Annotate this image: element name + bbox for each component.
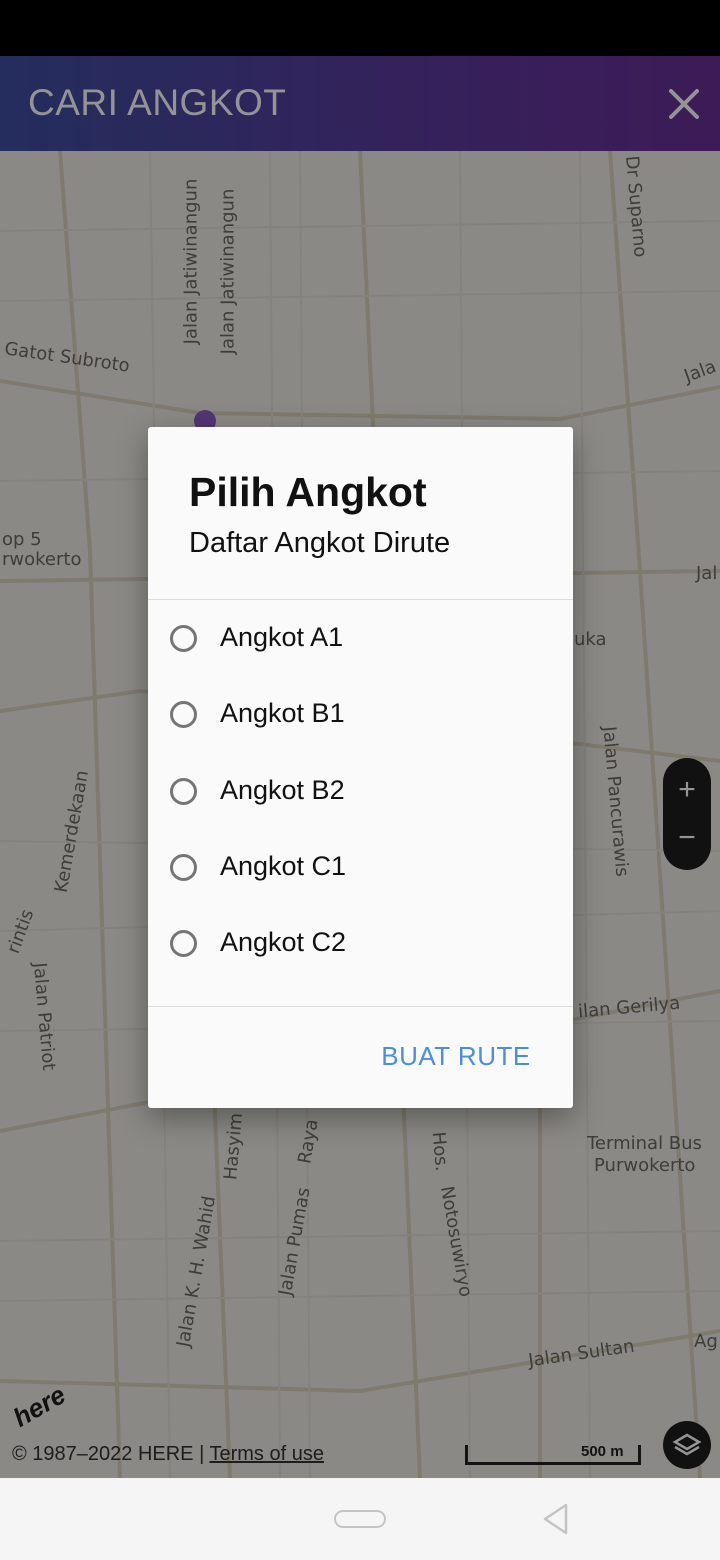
select-angkot-dialog: Pilih Angkot Daftar Angkot Dirute Angkot… [148,427,573,1108]
angkot-option[interactable]: Angkot A1 [148,602,573,674]
divider [148,599,573,600]
home-pill-icon[interactable] [334,1510,386,1528]
angkot-option[interactable]: Angkot C1 [148,831,573,903]
back-triangle-icon[interactable] [540,1502,572,1536]
status-bar [0,0,720,56]
buat-rute-button[interactable]: BUAT RUTE [376,1027,536,1085]
angkot-option-label: Angkot C2 [220,927,347,957]
radio-button[interactable] [170,930,197,957]
angkot-option-label: Angkot B2 [220,775,345,805]
angkot-option[interactable]: Angkot B2 [148,755,573,827]
angkot-option[interactable]: Angkot B1 [148,678,573,750]
angkot-option-label: Angkot B1 [220,698,345,728]
radio-button[interactable] [170,854,197,881]
radio-button[interactable] [170,625,197,652]
system-nav-bar [0,1478,720,1560]
angkot-option-label: Angkot A1 [220,622,344,652]
radio-button[interactable] [170,778,197,805]
angkot-option-label: Angkot C1 [220,851,347,881]
divider [148,1006,573,1007]
dialog-title: Pilih Angkot [189,469,427,515]
dialog-subtitle: Daftar Angkot Dirute [189,527,451,559]
angkot-option[interactable]: Angkot C2 [148,907,573,979]
radio-button[interactable] [170,701,197,728]
